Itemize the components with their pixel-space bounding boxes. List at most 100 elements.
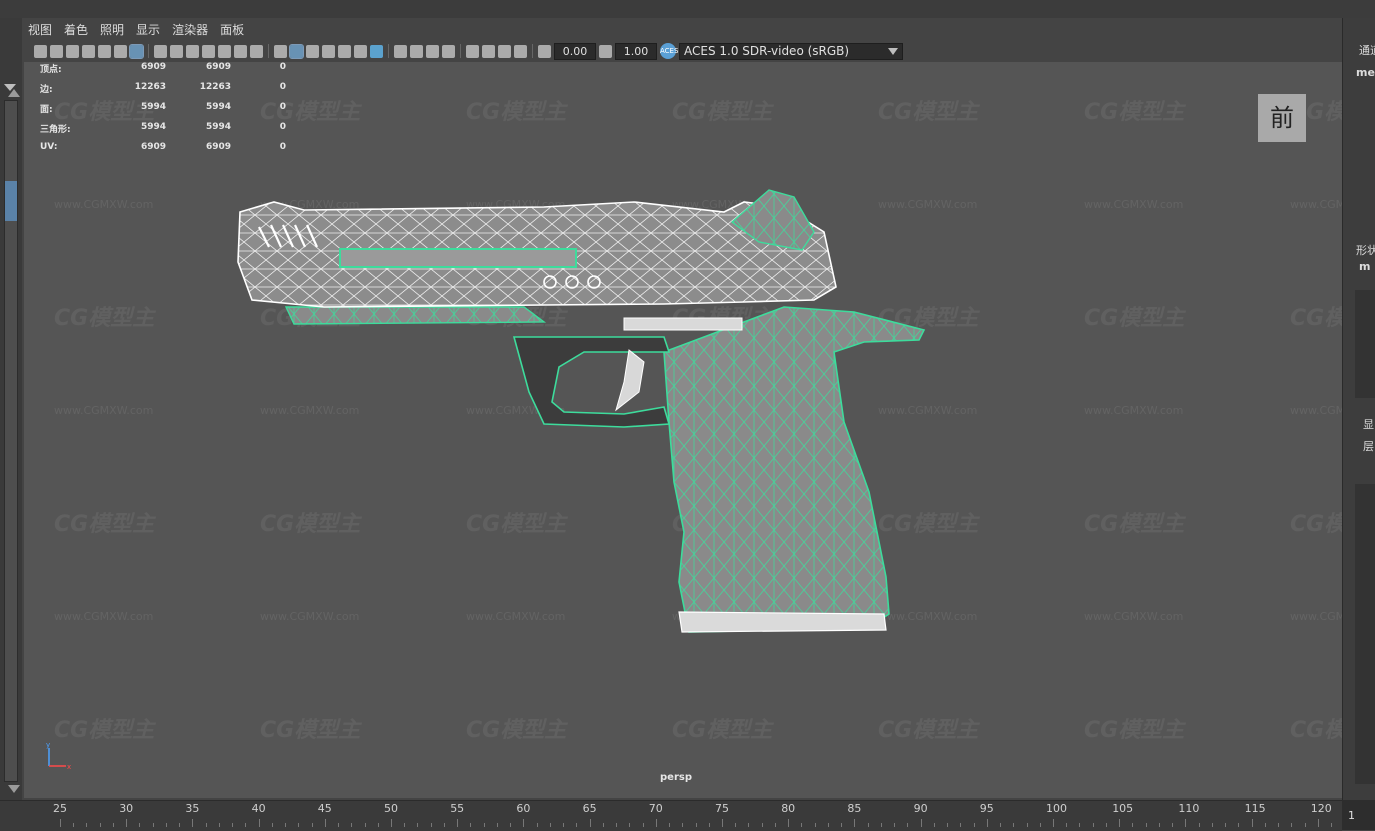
view-cube-front[interactable]: 前	[1258, 94, 1306, 142]
layer-tab[interactable]: 层	[1363, 438, 1374, 454]
xray-icon[interactable]	[482, 44, 495, 58]
scroll-thumb[interactable]	[5, 181, 17, 221]
timeline-tick	[854, 819, 856, 827]
wireframe-icon[interactable]	[274, 44, 287, 58]
attribute-list	[1355, 290, 1375, 398]
smooth-shade-icon[interactable]	[289, 43, 304, 59]
timeline-tick	[139, 823, 141, 827]
timeline-tick	[1198, 823, 1200, 827]
backface-culling-icon[interactable]	[514, 44, 527, 58]
trigger[interactable]	[615, 349, 645, 412]
exposure-field[interactable]: 0.00	[554, 42, 596, 60]
xray-joints-icon[interactable]	[498, 44, 511, 58]
timeline-tick	[788, 819, 790, 827]
shape-name[interactable]: m	[1359, 260, 1370, 273]
color-management-icon[interactable]: ACES	[660, 43, 678, 59]
gamma-icon[interactable]	[599, 44, 612, 58]
timeline-tick	[338, 823, 340, 827]
layer-list	[1355, 484, 1375, 784]
view-transform-select[interactable]: ACES 1.0 SDR-video (sRGB)	[679, 42, 903, 60]
use-lights-icon[interactable]	[354, 44, 367, 58]
safe-title-icon[interactable]	[250, 44, 263, 58]
camera-name: persp	[660, 772, 692, 783]
field-chart-icon[interactable]	[218, 44, 231, 58]
pistol-model[interactable]	[24, 62, 1342, 798]
select-camera-icon[interactable]	[34, 44, 47, 58]
pan-zoom-icon[interactable]	[114, 44, 127, 58]
current-frame-value: 1	[1348, 809, 1355, 822]
left-scrollbar[interactable]	[4, 89, 20, 793]
channel-box-tab[interactable]: 通道	[1359, 42, 1375, 58]
textured-icon[interactable]	[338, 44, 351, 58]
resolution-gate-icon[interactable]	[186, 44, 199, 58]
display-tab[interactable]: 显	[1363, 416, 1374, 432]
timeline-tick-label: 85	[847, 802, 862, 815]
timeline-tick-label: 115	[1244, 802, 1266, 815]
exposure-icon[interactable]	[538, 44, 551, 58]
timeline-tick	[60, 819, 61, 827]
timeline-tick	[880, 823, 882, 827]
anti-aliasing-icon[interactable]	[426, 44, 439, 58]
timeline-tick	[1238, 823, 1240, 827]
timeline-tick	[112, 823, 114, 827]
object-name[interactable]: mes	[1356, 66, 1375, 79]
scroll-up-icon[interactable]	[8, 89, 20, 97]
bookmark-icon[interactable]	[82, 44, 95, 58]
shadows-icon[interactable]	[370, 44, 383, 58]
accessory-rail[interactable]	[284, 306, 547, 325]
wireframe-on-shaded-icon[interactable]	[322, 44, 335, 58]
timeline-tick	[377, 823, 379, 827]
grease-pencil-icon[interactable]	[129, 43, 144, 59]
timeline-tick	[774, 823, 776, 827]
timeline-tick	[1158, 823, 1160, 827]
timeline-tick	[735, 823, 737, 827]
gamma-field[interactable]: 1.00	[615, 42, 657, 60]
menu-panels[interactable]: 面板	[214, 21, 250, 38]
top-strip	[0, 0, 1375, 18]
gate-mask-icon[interactable]	[202, 44, 215, 58]
timeline-tick	[589, 819, 591, 827]
toolbar-divider	[460, 44, 461, 58]
menu-renderer[interactable]: 渲染器	[166, 21, 214, 38]
default-material-icon[interactable]	[306, 44, 319, 58]
timeline-tick	[986, 819, 988, 827]
timeline-tick	[218, 823, 220, 827]
timeline-tick	[1317, 819, 1319, 827]
timeline-tick	[682, 823, 684, 827]
trigger-guard[interactable]	[512, 336, 671, 428]
camera-attributes-icon[interactable]	[66, 44, 79, 58]
time-slider[interactable]: 25 30 35 40 45 50 55 60 65 70 75 80 85 90 95 100 105 110 1…	[0, 800, 1372, 831]
perspective-viewport[interactable]: CG模型主 www.CGMXW.com CG模型主 www.CGMXW.com CG模型…	[24, 62, 1342, 798]
timeline-tick-label: 40	[251, 802, 266, 815]
timeline-tick	[1172, 823, 1174, 827]
timeline-tick	[245, 823, 247, 827]
menu-shading[interactable]: 着色	[58, 21, 94, 38]
timeline-tick	[867, 823, 869, 827]
timeline-tick	[695, 823, 697, 827]
menu-lighting[interactable]: 照明	[94, 21, 130, 38]
isolate-select-icon[interactable]	[466, 44, 479, 58]
slide-release[interactable]	[623, 317, 743, 331]
motion-blur-icon[interactable]	[410, 44, 423, 58]
film-gate-icon[interactable]	[170, 44, 183, 58]
left-rail	[0, 18, 22, 800]
menu-view[interactable]: 视图	[22, 21, 58, 38]
scroll-down-icon[interactable]	[8, 785, 20, 793]
camera-lock-icon[interactable]	[50, 44, 63, 58]
image-plane-icon[interactable]	[98, 44, 111, 58]
toolbar-divider	[148, 44, 149, 58]
timeline-tick	[536, 823, 538, 827]
menu-show[interactable]: 显示	[130, 21, 166, 38]
ambient-occlusion-icon[interactable]	[394, 44, 407, 58]
depth-of-field-icon[interactable]	[442, 44, 455, 58]
pistol-grip[interactable]	[663, 306, 926, 633]
grid-icon[interactable]	[154, 44, 167, 58]
axis-x-label: x	[67, 763, 71, 770]
timeline-tick	[973, 823, 975, 827]
view-transform-value: ACES 1.0 SDR-video (sRGB)	[684, 43, 850, 58]
timeline-tick	[1000, 823, 1002, 827]
timeline-tick-label: 80	[781, 802, 796, 815]
safe-action-icon[interactable]	[234, 44, 247, 58]
shapes-label: 形状	[1356, 244, 1375, 257]
current-frame-field[interactable]: 1	[1342, 800, 1375, 830]
